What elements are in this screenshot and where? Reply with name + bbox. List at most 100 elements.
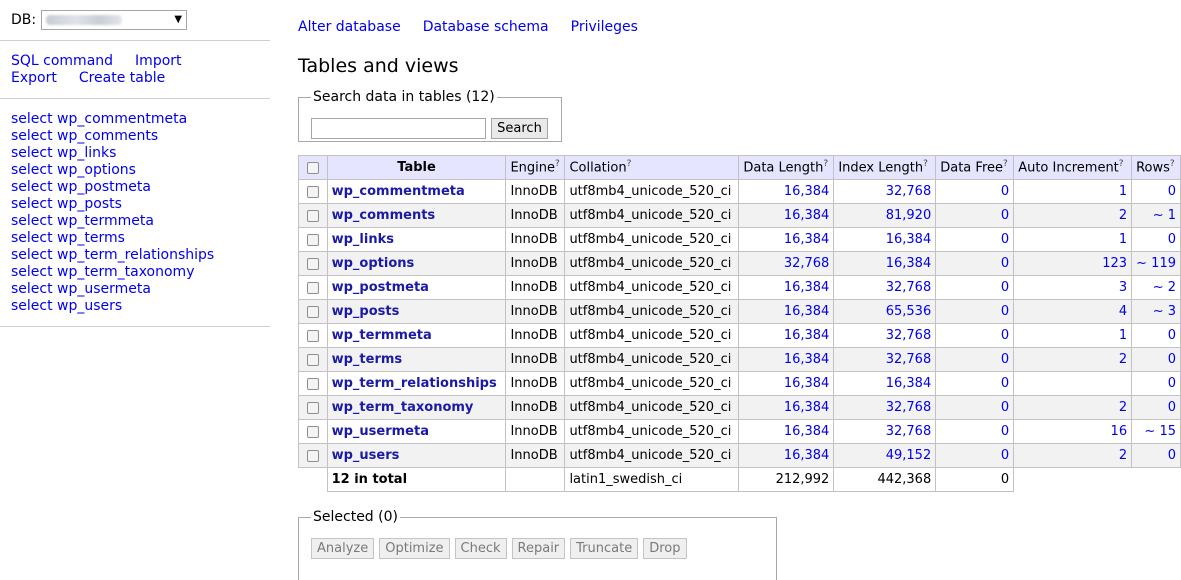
row-checkbox[interactable] (306, 257, 319, 270)
check-button[interactable]: Check (454, 538, 507, 559)
help-icon[interactable]: ? (627, 159, 632, 169)
cell-auto-increment-link[interactable]: 1 (1119, 184, 1127, 199)
cell-index-length-link[interactable]: 16,384 (886, 376, 932, 391)
cell-data-length-link[interactable]: 16,384 (784, 304, 830, 319)
cell-rows-link[interactable]: 0 (1168, 328, 1176, 343)
cell-rows-link[interactable]: 0 (1168, 184, 1176, 199)
cell-data-free-link[interactable]: 0 (1001, 256, 1009, 271)
database-schema-link[interactable]: Database schema (423, 19, 549, 35)
cell-rows-link[interactable]: 0 (1168, 376, 1176, 391)
table-name-link[interactable]: wp_postmeta (332, 280, 429, 295)
cell-data-length-link[interactable]: 16,384 (784, 208, 830, 223)
repair-button[interactable]: Repair (511, 538, 566, 559)
header-data-length[interactable]: Data Length? (738, 155, 835, 180)
optimize-button[interactable]: Optimize (379, 538, 450, 559)
help-icon[interactable]: ? (1119, 159, 1124, 169)
sidebar-select-table-link[interactable]: select wp_postmeta (11, 179, 266, 196)
cell-rows-link[interactable]: 0 (1168, 352, 1176, 367)
cell-auto-increment-link[interactable]: 123 (1102, 256, 1127, 271)
cell-data-length-link[interactable]: 16,384 (784, 424, 830, 439)
cell-data-free-link[interactable]: 0 (1001, 232, 1009, 247)
sidebar-select-table-link[interactable]: select wp_termmeta (11, 213, 266, 230)
table-name-link[interactable]: wp_term_relationships (332, 376, 497, 391)
sidebar-select-table-link[interactable]: select wp_options (11, 162, 266, 179)
cell-data-length-link[interactable]: 16,384 (784, 328, 830, 343)
cell-data-length-link[interactable]: 16,384 (784, 232, 830, 247)
cell-data-free-link[interactable]: 0 (1001, 208, 1009, 223)
row-checkbox[interactable] (306, 305, 319, 318)
privileges-link[interactable]: Privileges (571, 19, 638, 35)
cell-index-length-link[interactable]: 16,384 (886, 232, 932, 247)
cell-index-length-link[interactable]: 32,768 (886, 328, 932, 343)
cell-index-length-link[interactable]: 16,384 (886, 256, 932, 271)
cell-data-free-link[interactable]: 0 (1001, 184, 1009, 199)
cell-rows-link[interactable]: ~ 1 (1153, 208, 1176, 223)
table-name-link[interactable]: wp_comments (332, 208, 436, 223)
cell-data-length-link[interactable]: 16,384 (784, 448, 830, 463)
sidebar-select-table-link[interactable]: select wp_term_taxonomy (11, 264, 266, 281)
cell-auto-increment-link[interactable]: 2 (1119, 352, 1127, 367)
sidebar-select-table-link[interactable]: select wp_term_relationships (11, 247, 266, 264)
table-name-link[interactable]: wp_usermeta (332, 424, 429, 439)
cell-data-length-link[interactable]: 16,384 (784, 400, 830, 415)
cell-index-length-link[interactable]: 32,768 (886, 400, 932, 415)
table-name-link[interactable]: wp_terms (332, 352, 403, 367)
cell-auto-increment-link[interactable]: 2 (1119, 208, 1127, 223)
help-icon[interactable]: ? (555, 159, 560, 169)
cell-rows-link[interactable]: 0 (1168, 400, 1176, 415)
row-checkbox[interactable] (306, 209, 319, 222)
cell-rows-link[interactable]: 0 (1168, 232, 1176, 247)
table-name-link[interactable]: wp_options (332, 256, 415, 271)
table-name-link[interactable]: wp_termmeta (332, 328, 432, 343)
cell-auto-increment-link[interactable]: 2 (1119, 448, 1127, 463)
header-data-free[interactable]: Data Free? (935, 155, 1015, 180)
cell-auto-increment-link[interactable]: 1 (1119, 328, 1127, 343)
cell-data-length-link[interactable]: 16,384 (784, 280, 830, 295)
row-checkbox[interactable] (306, 425, 319, 438)
alter-database-link[interactable]: Alter database (298, 19, 401, 35)
create-table-link[interactable]: Create table (79, 70, 165, 86)
sidebar-select-table-link[interactable]: select wp_comments (11, 128, 266, 145)
cell-index-length-link[interactable]: 32,768 (886, 184, 932, 199)
cell-index-length-link[interactable]: 32,768 (886, 352, 932, 367)
header-index-length[interactable]: Index Length? (833, 155, 937, 180)
cell-data-free-link[interactable]: 0 (1001, 424, 1009, 439)
row-checkbox[interactable] (306, 185, 319, 198)
header-engine[interactable]: Engine? (505, 155, 566, 180)
table-name-link[interactable]: wp_term_taxonomy (332, 400, 474, 415)
help-icon[interactable]: ? (823, 159, 828, 169)
cell-index-length-link[interactable]: 32,768 (886, 280, 932, 295)
cell-data-free-link[interactable]: 0 (1001, 280, 1009, 295)
header-rows[interactable]: Rows? (1131, 155, 1181, 180)
header-auto-increment[interactable]: Auto Increment? (1013, 155, 1133, 180)
sidebar-select-table-link[interactable]: select wp_users (11, 298, 266, 315)
sidebar-select-table-link[interactable]: select wp_terms (11, 230, 266, 247)
drop-button[interactable]: Drop (643, 538, 687, 559)
row-checkbox[interactable] (306, 449, 319, 462)
help-icon[interactable]: ? (923, 159, 928, 169)
cell-auto-increment-link[interactable]: 1 (1119, 232, 1127, 247)
cell-rows-link[interactable]: ~ 119 (1136, 256, 1176, 271)
cell-index-length-link[interactable]: 32,768 (886, 424, 932, 439)
cell-index-length-link[interactable]: 49,152 (886, 448, 932, 463)
cell-data-free-link[interactable]: 0 (1001, 376, 1009, 391)
sidebar-select-table-link[interactable]: select wp_usermeta (11, 281, 266, 298)
cell-auto-increment-link[interactable]: 4 (1119, 304, 1127, 319)
sidebar-select-table-link[interactable]: select wp_posts (11, 196, 266, 213)
row-checkbox[interactable] (306, 353, 319, 366)
import-link[interactable]: Import (135, 53, 181, 69)
table-name-link[interactable]: wp_commentmeta (332, 184, 465, 199)
cell-index-length-link[interactable]: 81,920 (886, 208, 932, 223)
sql-command-link[interactable]: SQL command (11, 53, 113, 69)
cell-rows-link[interactable]: 0 (1168, 448, 1176, 463)
cell-data-length-link[interactable]: 16,384 (784, 352, 830, 367)
cell-auto-increment-link[interactable]: 2 (1119, 400, 1127, 415)
analyze-button[interactable]: Analyze (311, 538, 375, 559)
row-checkbox[interactable] (306, 329, 319, 342)
row-checkbox[interactable] (306, 377, 319, 390)
db-select[interactable]: wp_database ▼ (41, 10, 188, 30)
row-checkbox[interactable] (306, 233, 319, 246)
table-name-link[interactable]: wp_users (332, 448, 400, 463)
cell-rows-link[interactable]: ~ 2 (1153, 280, 1176, 295)
truncate-button[interactable]: Truncate (570, 538, 639, 559)
